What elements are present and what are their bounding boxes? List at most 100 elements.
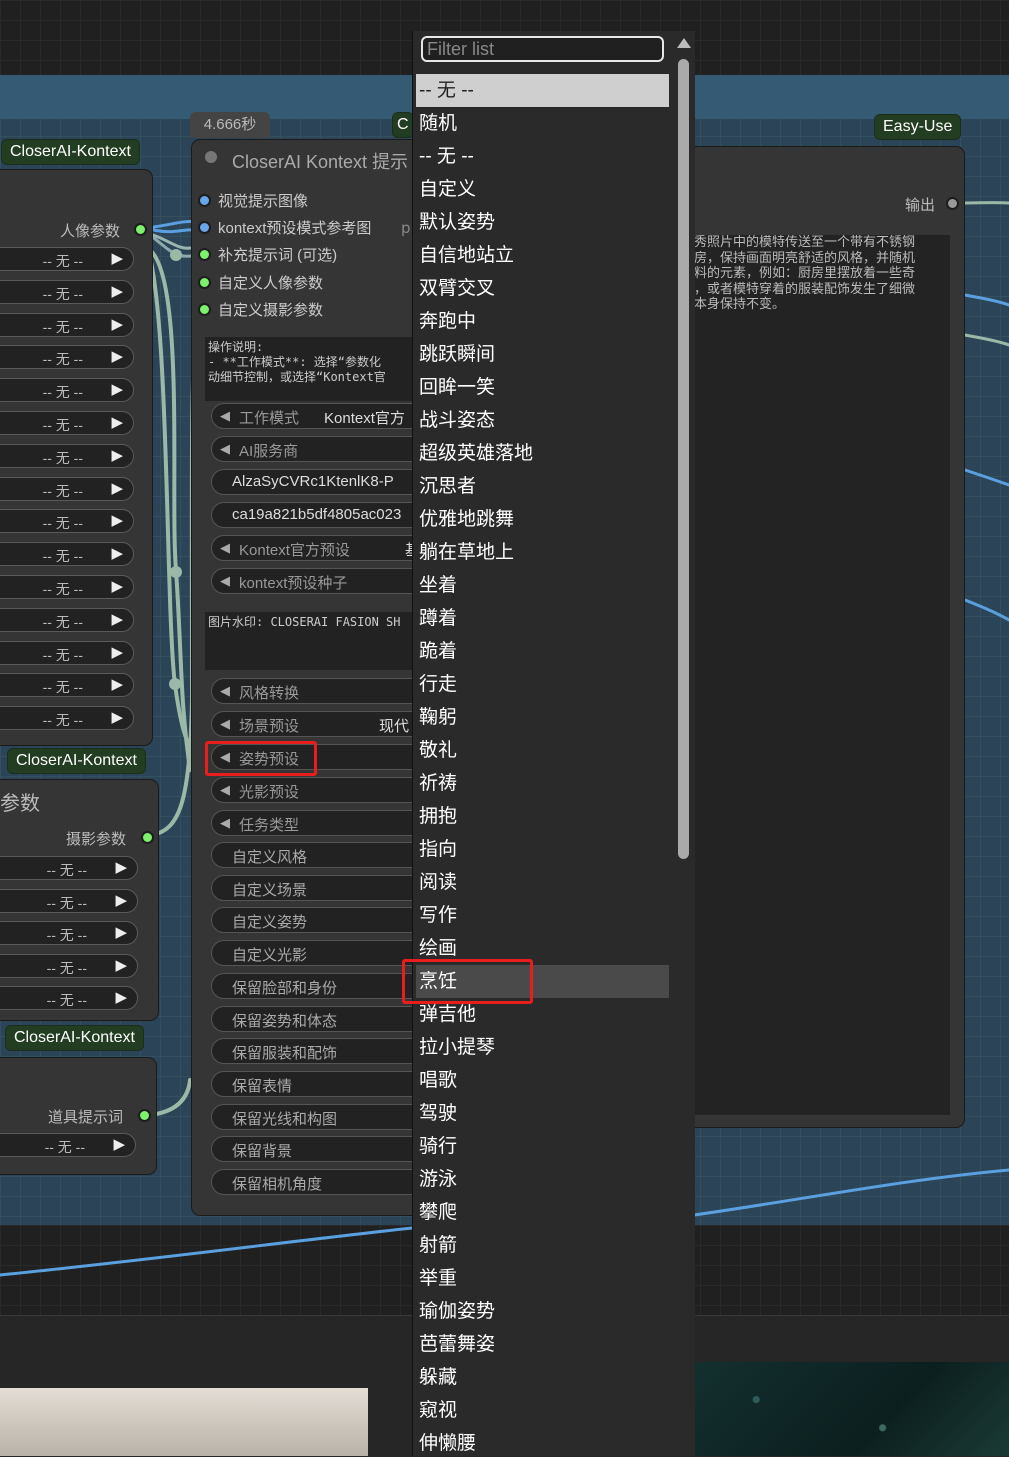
combo-dropdown-menu[interactable]: Filter list -- 无 --随机-- 无 --自定义默认姿势自信地站立… — [412, 31, 695, 1456]
triangle-right-icon[interactable]: ▶ — [111, 577, 123, 595]
dropdown-item[interactable]: 行走 — [416, 668, 669, 701]
triangle-right-icon[interactable]: ▶ — [111, 643, 123, 661]
triangle-right-icon[interactable]: ▶ — [111, 675, 123, 693]
triangle-left-icon[interactable]: ◀ — [220, 441, 230, 457]
triangle-right-icon[interactable]: ▶ — [115, 858, 127, 876]
combo-widget[interactable]: -- 无 --▶ — [0, 247, 134, 271]
input-dot[interactable] — [198, 248, 211, 261]
dropdown-item[interactable]: 游泳 — [416, 1163, 669, 1196]
dropdown-item[interactable]: 默认姿势 — [416, 206, 669, 239]
triangle-right-icon[interactable]: ▶ — [111, 511, 123, 529]
combo-widget[interactable]: -- 无 --▶ — [0, 378, 134, 402]
custom-field-widget[interactable]: 保留背景 — [211, 1136, 441, 1162]
combo-widget[interactable]: -- 无 --▶ — [0, 856, 138, 880]
combo-widget[interactable]: -- 无 --▶ — [0, 1133, 136, 1157]
watermark-textarea[interactable]: 图片水印: CLOSERAI FASION SH — [205, 612, 418, 670]
triangle-left-icon[interactable]: ◀ — [220, 408, 230, 424]
custom-field-widget[interactable]: 保留光线和构图 — [211, 1104, 441, 1130]
main-node-title[interactable]: CloserAI Kontext 提示 — [232, 148, 408, 174]
dropdown-item[interactable]: 双臂交叉 — [416, 272, 669, 305]
dropdown-item[interactable]: 敬礼 — [416, 734, 669, 767]
triangle-right-icon[interactable]: ▶ — [113, 1135, 125, 1153]
triangle-left-icon[interactable]: ◀ — [220, 573, 230, 589]
combo-widget[interactable]: -- 无 --▶ — [0, 641, 134, 665]
triangle-left-icon[interactable]: ◀ — [220, 782, 230, 798]
node-widget[interactable]: ◀光影预设 — [211, 777, 441, 803]
custom-field-widget[interactable]: 自定义风格 — [211, 842, 441, 868]
triangle-right-icon[interactable]: ▶ — [111, 249, 123, 267]
triangle-right-icon[interactable]: ▶ — [115, 956, 127, 974]
dropdown-item[interactable]: 拉小提琴 — [416, 1031, 669, 1064]
dropdown-item[interactable]: -- 无 -- — [416, 74, 669, 107]
triangle-right-icon[interactable]: ▶ — [111, 610, 123, 628]
dropdown-item[interactable]: 优雅地跳舞 — [416, 503, 669, 536]
dropdown-item[interactable]: 芭蕾舞姿 — [416, 1328, 669, 1361]
input-dot[interactable] — [198, 276, 211, 289]
custom-field-widget[interactable]: 保留服装和配饰 — [211, 1038, 441, 1064]
combo-widget[interactable]: -- 无 --▶ — [0, 444, 134, 468]
node-widget[interactable]: ◀kontext预设种子 — [211, 568, 441, 594]
node-widget[interactable]: ◀工作模式Kontext官方 — [211, 403, 441, 429]
dropdown-item[interactable]: 写作 — [416, 899, 669, 932]
input-dot[interactable] — [198, 221, 211, 234]
dropdown-item[interactable]: 奔跑中 — [416, 305, 669, 338]
dropdown-item[interactable]: 拥抱 — [416, 800, 669, 833]
node-input-slot[interactable]: 补充提示词 (可选) — [198, 244, 337, 265]
dropdown-item[interactable]: 攀爬 — [416, 1196, 669, 1229]
dropdown-item[interactable]: 窥视 — [416, 1394, 669, 1427]
triangle-right-icon[interactable]: ▶ — [111, 544, 123, 562]
node-widget[interactable]: ca19a821b5df4805ac023 — [211, 502, 441, 528]
dropdown-item[interactable]: 指向 — [416, 833, 669, 866]
dropdown-item[interactable]: 驾驶 — [416, 1097, 669, 1130]
dropdown-item[interactable]: 唱歌 — [416, 1064, 669, 1097]
photography-params-output-dot[interactable] — [141, 831, 154, 844]
input-dot[interactable] — [198, 194, 211, 207]
triangle-right-icon[interactable]: ▶ — [111, 413, 123, 431]
combo-widget[interactable]: -- 无 --▶ — [0, 345, 134, 369]
custom-field-widget[interactable]: 自定义姿势 — [211, 907, 441, 933]
node-widget[interactable]: AlzaSyCVRc1KtenlK8-P — [211, 469, 441, 495]
instructions-textarea[interactable]: 操作说明: - **工作模式**: 选择“参数化 动细节控制，或选择“Konte… — [205, 337, 418, 401]
node-widget[interactable]: ◀场景预设现代 — [211, 711, 441, 737]
node-input-slot[interactable]: kontext预设模式参考图 — [198, 217, 371, 238]
dropdown-item[interactable]: 自定义 — [416, 173, 669, 206]
combo-widget[interactable]: -- 无 --▶ — [0, 313, 134, 337]
dropdown-item[interactable]: 祈祷 — [416, 767, 669, 800]
dropdown-item[interactable]: 射箭 — [416, 1229, 669, 1262]
left-node-3-title[interactable]: CloserAI-Kontext — [5, 1025, 144, 1051]
node-widget[interactable]: ◀AI服务商 — [211, 436, 441, 462]
dropdown-item[interactable]: 阅读 — [416, 866, 669, 899]
dropdown-item[interactable]: 伸懒腰 — [416, 1427, 669, 1456]
scroll-thumb[interactable] — [678, 59, 689, 859]
props-prompt-output-dot[interactable] — [138, 1109, 151, 1122]
dropdown-item[interactable]: 鞠躬 — [416, 701, 669, 734]
output-text[interactable]: 秀照片中的模特传送至一个带有不锈钢 房，保持画面明亮舒适的风格，并随机 料的元素… — [694, 235, 950, 1115]
node-input-slot[interactable]: 自定义人像参数 — [198, 272, 323, 293]
input-dot[interactable] — [198, 303, 211, 316]
scroll-up-arrow-icon[interactable] — [677, 38, 691, 48]
combo-widget[interactable]: -- 无 --▶ — [0, 477, 134, 501]
combo-widget[interactable]: -- 无 --▶ — [0, 575, 134, 599]
triangle-right-icon[interactable]: ▶ — [111, 380, 123, 398]
easy-use-tag[interactable]: Easy-Use — [874, 114, 961, 140]
node-widget[interactable]: ◀风格转换 — [211, 678, 441, 704]
dropdown-item[interactable]: 骑行 — [416, 1130, 669, 1163]
dropdown-item[interactable]: 躺在草地上 — [416, 536, 669, 569]
combo-widget[interactable]: -- 无 --▶ — [0, 411, 134, 435]
left-node-1-title[interactable]: CloserAI-Kontext — [1, 139, 140, 165]
triangle-left-icon[interactable]: ◀ — [220, 683, 230, 699]
left-node-2-title[interactable]: CloserAI-Kontext — [7, 748, 146, 774]
dropdown-item[interactable]: 举重 — [416, 1262, 669, 1295]
triangle-left-icon[interactable]: ◀ — [220, 716, 230, 732]
dropdown-item[interactable]: 自信地站立 — [416, 239, 669, 272]
triangle-right-icon[interactable]: ▶ — [111, 479, 123, 497]
custom-field-widget[interactable]: 自定义场景 — [211, 875, 441, 901]
combo-widget[interactable]: -- 无 --▶ — [0, 280, 134, 304]
dropdown-item[interactable]: 战斗姿态 — [416, 404, 669, 437]
output-dot[interactable] — [946, 197, 959, 210]
dropdown-item[interactable]: 坐着 — [416, 569, 669, 602]
combo-widget[interactable]: -- 无 --▶ — [0, 889, 138, 913]
triangle-right-icon[interactable]: ▶ — [111, 708, 123, 726]
filter-list-input[interactable]: Filter list — [421, 36, 664, 62]
triangle-right-icon[interactable]: ▶ — [115, 923, 127, 941]
